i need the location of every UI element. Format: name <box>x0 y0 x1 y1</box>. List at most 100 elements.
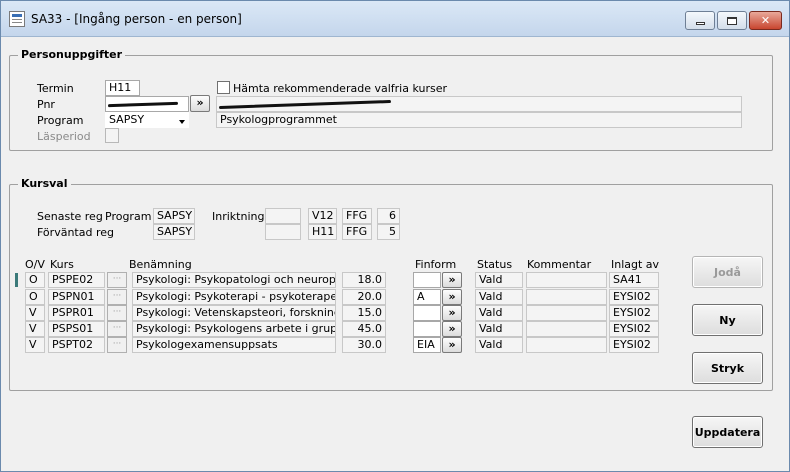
program-label: Program <box>37 114 84 127</box>
maximize-icon <box>727 16 737 25</box>
row-finform-button[interactable]: » <box>442 321 462 337</box>
row-kurs-lookup-button[interactable]: ··· <box>107 305 127 321</box>
row-kommentar[interactable] <box>526 305 607 321</box>
window-title: SA33 - [Ingång person - en person] <box>31 12 242 26</box>
row-kurs[interactable]: PSPT02 <box>48 337 105 353</box>
senaste-termin: V12 <box>308 208 337 224</box>
row-kommentar[interactable] <box>526 337 607 353</box>
forvantad-termin: H11 <box>308 224 337 240</box>
row-finform[interactable]: A <box>413 289 441 305</box>
hamta-checkbox[interactable] <box>217 81 230 94</box>
kursval-label: Kursval <box>18 177 71 190</box>
row-finform[interactable] <box>413 272 441 288</box>
row-hp: 18.0 <box>342 272 386 288</box>
row-benamning: Psykologi: Vetenskapsteori, forskningsme… <box>132 305 336 321</box>
row-kurs[interactable]: PSPS01 <box>48 321 105 337</box>
row-status: Vald <box>475 321 523 337</box>
row-kommentar[interactable] <box>526 272 607 288</box>
forvantad-count: 5 <box>377 224 400 240</box>
row-kurs-lookup-button[interactable]: ··· <box>107 337 127 353</box>
row-benamning: Psykologi: Psykopatologi och neuropsykol… <box>132 272 336 288</box>
row-ov[interactable]: V <box>25 321 45 337</box>
row-kurs[interactable]: PSPR01 <box>48 305 105 321</box>
redacted-mark <box>107 101 179 108</box>
pnr-lookup-button[interactable]: » <box>190 95 210 112</box>
close-button[interactable]: ✕ <box>749 11 782 30</box>
row-hp: 20.0 <box>342 289 386 305</box>
row-finform[interactable]: EIA <box>413 337 441 353</box>
forvantad-ffg: FFG <box>342 224 372 240</box>
row-finform[interactable] <box>413 321 441 337</box>
row-status: Vald <box>475 272 523 288</box>
lasperiod-label: Läsperiod <box>37 130 91 143</box>
ny-button[interactable]: Ny <box>692 304 763 336</box>
row-hp: 15.0 <box>342 305 386 321</box>
senaste-program: SAPSY <box>153 208 195 224</box>
program-col-label: Program <box>105 210 152 223</box>
row-finform-button[interactable]: » <box>442 289 462 305</box>
row-kurs[interactable]: PSPE02 <box>48 272 105 288</box>
title-bar[interactable]: SA33 - [Ingång person - en person] ✕ <box>1 1 789 37</box>
row-inlagt: EYSI02 <box>609 289 659 305</box>
row-kurs-lookup-button[interactable]: ··· <box>107 272 127 288</box>
close-icon: ✕ <box>760 14 771 27</box>
row-ov[interactable]: V <box>25 305 45 321</box>
header-ov: O/V <box>25 258 45 271</box>
row-status: Vald <box>475 305 523 321</box>
forvantad-inriktning <box>265 224 301 240</box>
row-benamning: Psykologexamensuppsats <box>132 337 336 353</box>
termin-label: Termin <box>37 82 74 95</box>
header-status: Status <box>477 258 513 271</box>
uppdatera-button[interactable]: Uppdatera <box>692 416 763 448</box>
minimize-button[interactable] <box>685 11 715 30</box>
forvantad-program: SAPSY <box>153 224 195 240</box>
program-name-field: Psykologprogrammet <box>216 112 742 128</box>
stryk-button[interactable]: Stryk <box>692 352 763 384</box>
row-benamning: Psykologi: Psykologens arbete i grupper … <box>132 321 336 337</box>
chevron-down-icon <box>179 120 185 124</box>
row-kurs[interactable]: PSPN01 <box>48 289 105 305</box>
row-kommentar[interactable] <box>526 321 607 337</box>
row-finform-button[interactable]: » <box>442 337 462 353</box>
pnr-input[interactable] <box>105 96 189 112</box>
pnr-label: Pnr <box>37 98 55 111</box>
termin-input[interactable]: H11 <box>105 80 140 96</box>
lasperiod-field <box>105 128 119 143</box>
header-kurs: Kurs <box>50 258 74 271</box>
row-finform-button[interactable]: » <box>442 272 462 288</box>
minimize-icon <box>695 22 705 25</box>
row-kommentar[interactable] <box>526 289 607 305</box>
row-hp: 30.0 <box>342 337 386 353</box>
app-window-icon <box>9 11 25 27</box>
inriktning-label: Inriktning <box>212 210 265 223</box>
current-row-marker <box>15 273 18 287</box>
row-status: Vald <box>475 289 523 305</box>
app-window: SA33 - [Ingång person - en person] ✕ Per… <box>0 0 790 472</box>
person-name-field <box>216 96 742 112</box>
row-benamning: Psykologi: Psykoterapi - psykoterapeutis… <box>132 289 336 305</box>
row-inlagt: EYSI02 <box>609 321 659 337</box>
row-finform[interactable] <box>413 305 441 321</box>
row-hp: 45.0 <box>342 321 386 337</box>
row-status: Vald <box>475 337 523 353</box>
row-kurs-lookup-button[interactable]: ··· <box>107 289 127 305</box>
maximize-button[interactable] <box>717 11 747 30</box>
program-select[interactable]: SAPSY <box>105 112 189 128</box>
hamta-label: Hämta rekommenderade valfria kurser <box>233 82 448 95</box>
joda-button[interactable]: Jodå <box>692 256 763 288</box>
row-ov[interactable]: O <box>25 272 45 288</box>
row-finform-button[interactable]: » <box>442 305 462 321</box>
row-ov[interactable]: O <box>25 289 45 305</box>
row-kurs-lookup-button[interactable]: ··· <box>107 321 127 337</box>
header-finform: Finform <box>415 258 457 271</box>
header-inlagt: Inlagt av <box>611 258 660 271</box>
header-benamning: Benämning <box>129 258 192 271</box>
header-kommentar: Kommentar <box>527 258 592 271</box>
row-ov[interactable]: V <box>25 337 45 353</box>
row-inlagt: EYSI02 <box>609 337 659 353</box>
row-inlagt: EYSI02 <box>609 305 659 321</box>
senaste-ffg: FFG <box>342 208 372 224</box>
forvantad-reg-label: Förväntad reg <box>37 226 114 239</box>
senaste-inriktning <box>265 208 301 224</box>
senaste-reg-label: Senaste reg <box>37 210 103 223</box>
